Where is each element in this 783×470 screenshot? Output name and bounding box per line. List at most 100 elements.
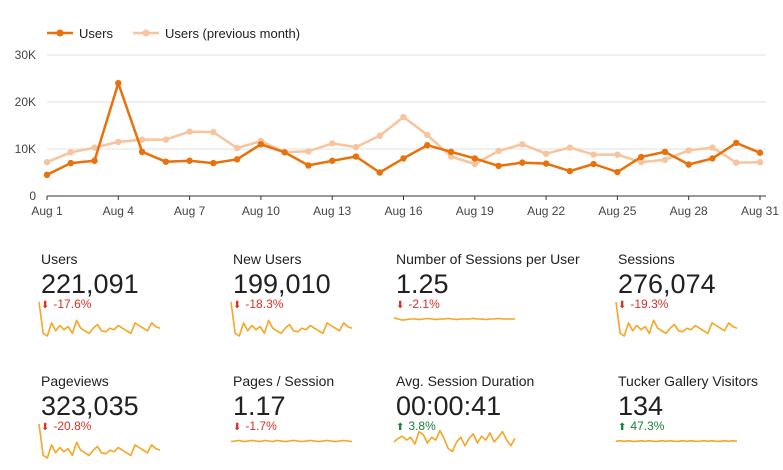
data-point[interactable] — [233, 144, 241, 152]
data-point[interactable] — [162, 136, 170, 143]
data-point[interactable] — [43, 158, 51, 166]
data-point[interactable] — [566, 167, 574, 175]
legend-item-label[interactable]: Users — [79, 26, 113, 41]
data-point[interactable] — [566, 144, 574, 151]
kpi-label: Avg. Session Duration — [396, 373, 535, 389]
data-point[interactable] — [115, 138, 122, 146]
data-point[interactable] — [210, 128, 217, 136]
kpi-sparkline — [393, 317, 515, 321]
data-point[interactable] — [637, 153, 645, 161]
data-point[interactable] — [590, 160, 597, 168]
data-point[interactable] — [233, 156, 241, 163]
kpi-value: 134 — [618, 391, 664, 421]
data-point[interactable] — [352, 153, 360, 160]
data-point[interactable] — [67, 149, 74, 156]
data-point[interactable] — [709, 155, 716, 162]
data-point[interactable] — [519, 141, 526, 148]
kpi-card[interactable]: Users 221,091 ⬇ -17.6% — [38, 251, 216, 337]
data-point[interactable] — [495, 162, 502, 170]
data-point[interactable] — [329, 157, 336, 164]
kpi-value: 1.25 — [396, 269, 449, 299]
data-point[interactable] — [210, 159, 217, 167]
y-tick-label: 30K — [15, 48, 36, 62]
x-tick-label: Aug 1 — [31, 204, 63, 218]
kpi-label: Pages / Session — [233, 373, 335, 389]
sparkline-path — [230, 301, 353, 337]
data-point[interactable] — [257, 141, 265, 148]
data-point[interactable] — [756, 149, 764, 156]
kpi-value: 00:00:41 — [396, 391, 502, 421]
y-tick-label: 0 — [29, 189, 36, 203]
x-tick-label: Aug 16 — [384, 204, 422, 218]
data-point[interactable] — [756, 158, 764, 166]
sparkline-path — [393, 429, 516, 453]
data-point[interactable] — [709, 144, 716, 151]
data-point[interactable] — [186, 157, 193, 164]
chart-legend: Users Users (previous month) — [47, 26, 300, 41]
data-point[interactable] — [590, 151, 597, 158]
legend-swatch-dot — [142, 29, 150, 37]
data-point[interactable] — [733, 159, 740, 166]
kpi-sparkline — [230, 439, 353, 443]
users-line-chart: Users Users (previous month) 0 10K 20K 30K A… — [15, 26, 780, 218]
data-point[interactable] — [138, 148, 146, 156]
data-point[interactable] — [67, 159, 74, 167]
kpi-sparkline — [230, 301, 353, 337]
y-axis: 0 10K 20K 30K — [15, 48, 37, 203]
data-point[interactable] — [614, 151, 621, 158]
data-point[interactable] — [43, 171, 51, 179]
legend-swatch-dot — [56, 29, 64, 37]
data-point[interactable] — [733, 139, 740, 147]
data-point[interactable] — [471, 160, 478, 168]
kpi-card[interactable]: Pages / Session 1.17 ⬇ -1.7% — [230, 373, 408, 443]
data-point[interactable] — [614, 168, 621, 176]
kpi-card[interactable]: Number of Sessions per User 1.25 ⬇ -2.1% — [393, 251, 580, 321]
data-point[interactable] — [471, 155, 478, 162]
kpi-card[interactable]: Avg. Session Duration 00:00:41 ⬆ 3.8% — [393, 373, 571, 453]
data-point[interactable] — [542, 150, 550, 157]
sparkline-path — [393, 317, 515, 321]
data-point[interactable] — [305, 162, 312, 169]
data-point[interactable] — [400, 113, 407, 121]
data-point[interactable] — [661, 148, 669, 156]
data-point[interactable] — [162, 158, 170, 165]
x-tick-label: Aug 19 — [456, 204, 494, 218]
data-point[interactable] — [447, 148, 455, 156]
data-point[interactable] — [519, 159, 526, 166]
data-point[interactable] — [115, 80, 122, 87]
kpi-label: Pageviews — [41, 373, 109, 389]
sparkline-path — [615, 301, 738, 337]
data-point[interactable] — [91, 157, 98, 164]
legend-item-label[interactable]: Users (previous month) — [165, 26, 300, 41]
data-point[interactable] — [305, 148, 312, 155]
kpi-card[interactable]: New Users 199,010 ⬇ -18.3% — [230, 251, 408, 337]
kpi-label: Tucker Gallery Visitors — [618, 373, 759, 389]
kpi-label: Number of Sessions per User — [396, 251, 580, 267]
kpi-sparkline — [393, 429, 516, 453]
data-point[interactable] — [186, 128, 193, 135]
data-point[interactable] — [685, 147, 692, 154]
data-point[interactable] — [376, 132, 383, 140]
kpi-value: 199,010 — [233, 269, 331, 299]
kpi-card[interactable]: Sessions 276,074 ⬇ -19.3% — [615, 251, 783, 337]
data-point[interactable] — [281, 149, 288, 156]
data-point[interactable] — [376, 169, 383, 176]
data-point[interactable] — [329, 140, 336, 147]
x-tick-label: Aug 13 — [313, 204, 351, 218]
data-point[interactable] — [661, 156, 669, 164]
sparkline-path — [230, 439, 353, 443]
kpi-card[interactable]: Pageviews 323,035 ⬇ -20.8% — [38, 373, 216, 459]
data-point[interactable] — [542, 160, 550, 167]
data-point[interactable] — [424, 131, 431, 139]
data-point[interactable] — [685, 161, 692, 168]
kpi-label: Sessions — [618, 251, 675, 267]
data-point[interactable] — [400, 155, 407, 162]
data-point[interactable] — [352, 143, 360, 151]
kpi-value: 276,074 — [618, 269, 716, 299]
x-tick-label: Aug 4 — [103, 204, 135, 218]
x-tick-label: Aug 31 — [741, 204, 779, 218]
data-point[interactable] — [495, 147, 502, 155]
kpi-card[interactable]: Tucker Gallery Visitors 134 ⬆ 47.3% — [615, 373, 783, 443]
y-tick-label: 10K — [15, 142, 36, 156]
data-point[interactable] — [424, 142, 431, 149]
